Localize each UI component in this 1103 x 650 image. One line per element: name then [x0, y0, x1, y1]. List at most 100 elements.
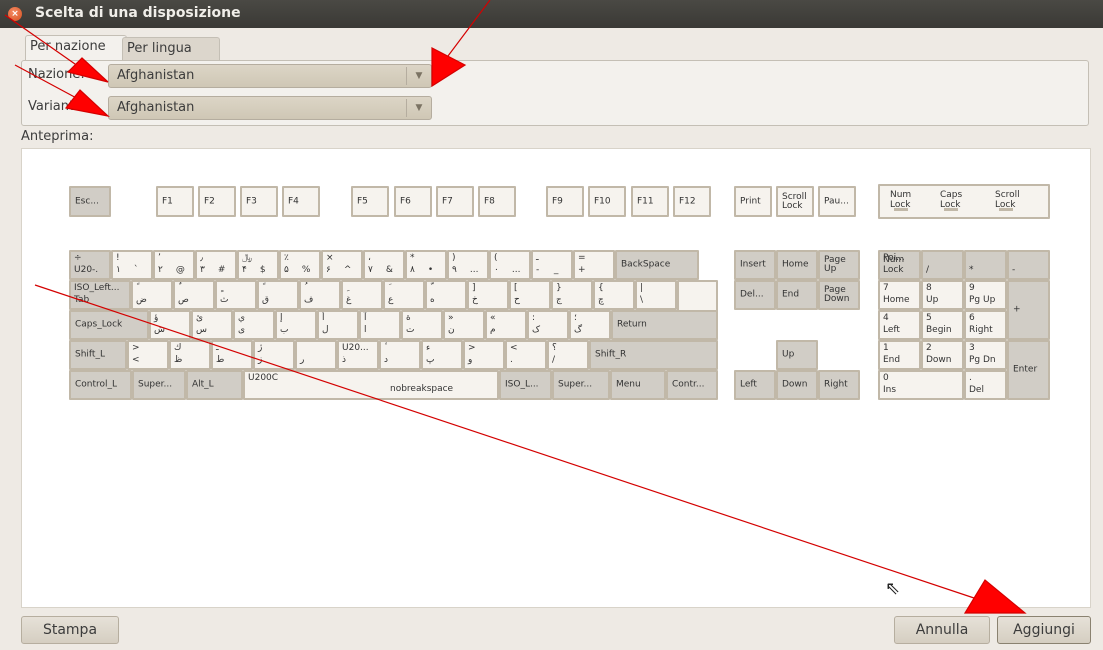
key-label: ر [300, 355, 305, 365]
keyboard-key: ! ۱ ` [111, 250, 153, 280]
keyboard-key: ﷼ ۴ $ [237, 250, 279, 280]
key-nav: Insert [734, 250, 776, 280]
key-shift-left: Shift_L [69, 340, 127, 370]
key-numpad: 5 Begin [921, 310, 964, 340]
keyboard-key: ر [295, 340, 337, 370]
variant-combobox[interactable]: Afghanistan ▼ [108, 96, 432, 120]
dropdown-arrow-icon[interactable]: ▼ [406, 67, 431, 85]
key-label: 1 [883, 343, 889, 353]
key-label: خ [472, 295, 478, 305]
key-label: ن [448, 325, 455, 335]
key-label: م [490, 325, 496, 335]
lock-led-icon [999, 208, 1013, 211]
key-label: . [969, 373, 972, 383]
key-label: Down [782, 379, 808, 390]
key-label: ش [154, 325, 165, 335]
key-label: ؟ [552, 343, 557, 353]
key-fn: F10 [588, 186, 626, 217]
key-label: Down [926, 355, 952, 365]
keyboard-key: | \ [635, 280, 677, 310]
variant-value: Afghanistan [117, 100, 195, 115]
key-numpad-del: . Del [964, 370, 1007, 400]
key-label: BackSpace [621, 259, 671, 270]
print-button[interactable]: Stampa [21, 616, 119, 644]
key-label: - [1012, 265, 1016, 275]
keyboard-key: ًق [257, 280, 299, 310]
key-label: و [468, 355, 473, 365]
key-fn: Print [734, 186, 772, 217]
key-label: _ [553, 265, 559, 275]
keyboard-key: ًض [131, 280, 173, 310]
key-label: Caps_Lock [75, 319, 123, 330]
close-icon[interactable]: × [8, 7, 22, 21]
keyboard-preview: Esc... F1 F2 F3 F4 F5 F6 F7 F8 F9 F10 F11 F12 Print Sc… [21, 148, 1091, 608]
key-label: Pg Up [969, 295, 996, 305]
key-label: » [448, 313, 454, 323]
tab-per-nazione[interactable]: Per nazione [25, 35, 127, 61]
keyboard-key: ّه [425, 280, 467, 310]
key-label: ـ [216, 343, 219, 353]
key-label: س [196, 325, 207, 335]
variant-label: Variante: [28, 99, 87, 114]
keyboard-key: آا [359, 310, 401, 340]
keyboard-key: * ۸ • [405, 250, 447, 280]
keyboard-key: ةت [401, 310, 443, 340]
key-label: 5 [926, 313, 932, 323]
key-arrow-left: Left [734, 370, 776, 400]
key-label: + [578, 265, 586, 275]
key-label: ث [220, 295, 229, 305]
key-label: ل [322, 325, 329, 335]
key-label: ع [388, 295, 394, 305]
key-nav: Home [776, 250, 818, 280]
tab-per-lingua[interactable]: Per lingua [122, 37, 220, 60]
key-label: آ [364, 313, 367, 323]
key-label: Del... [740, 289, 764, 300]
key-label: ) [452, 253, 456, 263]
key-shift-right: Shift_R [589, 340, 718, 370]
key-label: < [510, 343, 518, 353]
key-nav: Page Up [818, 250, 860, 280]
dropdown-arrow-icon[interactable]: ▼ [406, 99, 431, 117]
key-label: Tab [74, 295, 90, 305]
key-label: % [301, 265, 311, 275]
key-label: ، [368, 253, 371, 263]
key-fn: F1 [156, 186, 194, 217]
lock-label: Caps Lock [940, 190, 963, 210]
key-label: ح [514, 295, 520, 305]
key-label: U200C [248, 373, 279, 383]
key-space: U200C [243, 370, 499, 400]
key-label: Page Down [824, 285, 850, 304]
add-button[interactable]: Aggiungi [997, 616, 1091, 644]
keyboard-key: > < [127, 340, 169, 370]
key-numpad: 2 Down [921, 340, 964, 370]
keyboard-key: (۰... [489, 250, 531, 280]
key-label: / [552, 355, 556, 365]
key-fn: F12 [673, 186, 711, 217]
key-numpad: 4 Left [878, 310, 921, 340]
keyboard-key: <. [505, 340, 547, 370]
key-label: ۰ [494, 265, 499, 275]
keyboard-key: :ک [527, 310, 569, 340]
nation-combobox[interactable]: Afghanistan ▼ [108, 64, 432, 88]
lock-label: Scroll Lock [995, 190, 1020, 210]
key-label: Esc... [75, 196, 99, 206]
key-numpad: / [921, 250, 964, 280]
key-label: Ins [883, 385, 897, 395]
keyboard-key: إب [275, 310, 317, 340]
title-bar: × Scelta di una disposizione [0, 0, 1103, 28]
key-fn: F11 [631, 186, 669, 217]
key-label: Num Lock [883, 255, 905, 275]
key-label: } [556, 283, 562, 293]
key-label: # [217, 265, 226, 275]
key-label: ی [238, 325, 246, 335]
key-caps-lock: Caps_Lock [69, 310, 149, 340]
key-label: Left [740, 379, 757, 390]
key-numpad: 3 Pg Dn [964, 340, 1007, 370]
key-label: | [640, 283, 644, 293]
key-label: ۶ [326, 265, 331, 275]
key-label: ISO_L... [505, 379, 539, 390]
key-label: غ [346, 295, 352, 305]
key-label: & [385, 265, 393, 275]
mouse-cursor-icon: ⇖ [885, 578, 901, 599]
cancel-button[interactable]: Annulla [894, 616, 990, 644]
